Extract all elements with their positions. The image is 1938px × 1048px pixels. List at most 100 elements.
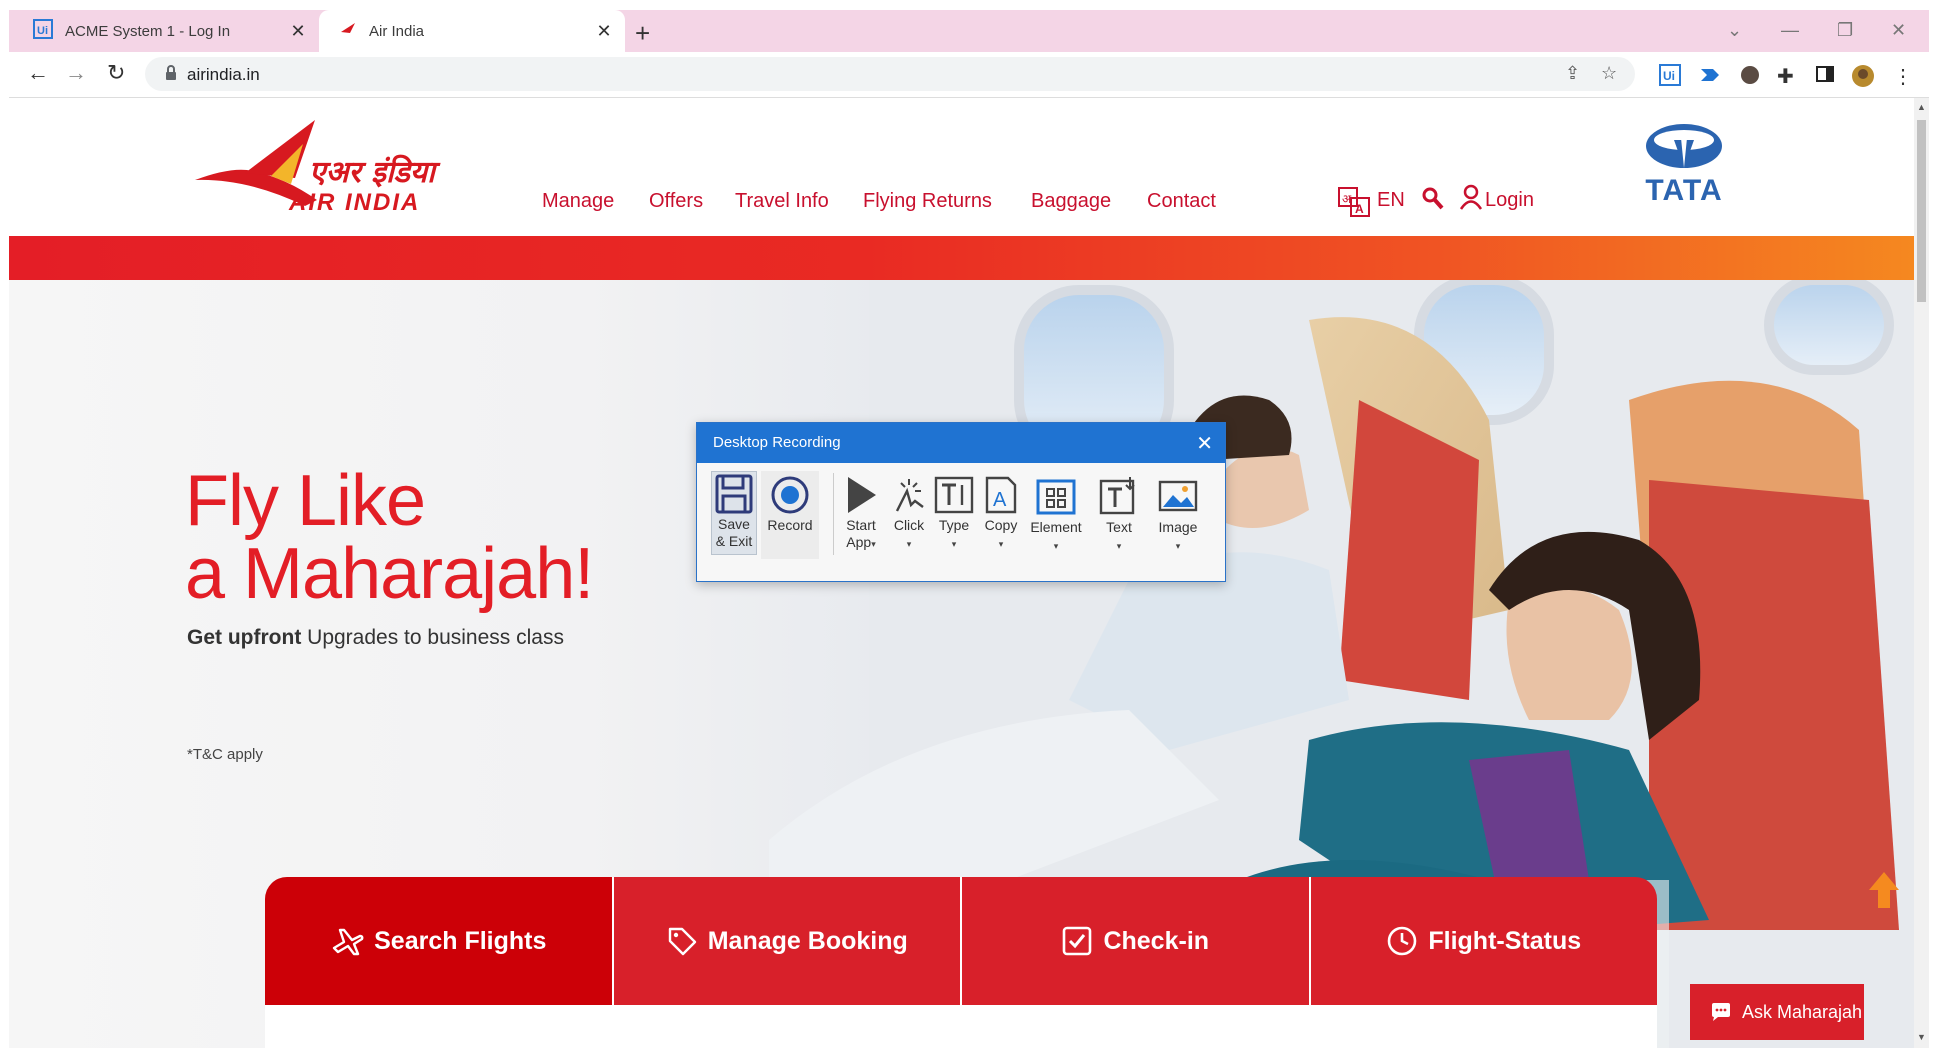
image-button[interactable]: Image ▾ <box>1153 475 1203 555</box>
side-panel-icon[interactable] <box>1815 64 1837 86</box>
click-label: Click <box>893 517 925 533</box>
uipath-icon: Ui <box>33 19 53 43</box>
uipath-extension-icon[interactable]: Ui <box>1659 64 1681 86</box>
tab-check-in[interactable]: Check-in <box>960 877 1309 1005</box>
toolbar-separator <box>833 473 834 555</box>
dropdown-caret-icon: ▾ <box>1175 541 1181 551</box>
save-label-2: & Exit <box>715 533 753 549</box>
play-icon <box>848 477 876 513</box>
tab-title: Air India <box>369 22 425 40</box>
minimize-button[interactable]: — <box>1781 20 1799 41</box>
extension-avatar-icon[interactable] <box>1739 64 1761 86</box>
air-india-icon <box>339 20 357 42</box>
dropdown-caret-icon: ▾ <box>951 539 957 549</box>
login-link[interactable]: Login <box>1485 189 1534 212</box>
floppy-disk-icon <box>715 474 753 514</box>
dropdown-caret-icon: ▾ <box>1053 541 1059 551</box>
tag-icon <box>668 927 696 956</box>
language-icon[interactable]: अA <box>1337 186 1371 223</box>
nav-contact[interactable]: Contact <box>1147 190 1216 213</box>
dropdown-caret-icon: ▾ <box>871 539 876 549</box>
record-label: Record <box>767 517 813 533</box>
air-india-logo[interactable]: एअर इंडिया AIR INDIA <box>187 118 507 218</box>
type-label: Type <box>938 517 970 533</box>
scroll-to-top-arrow-icon[interactable] <box>1867 870 1901 910</box>
tab-flight-status[interactable]: Flight-Status <box>1308 877 1657 1005</box>
record-icon <box>771 476 809 514</box>
type-button[interactable]: Type ▾ <box>933 475 975 553</box>
tab-label: Manage Booking <box>707 926 908 955</box>
site-header: एअर इंडिया AIR INDIA Manage Offers Trave… <box>9 98 1914 236</box>
page-scrollbar[interactable]: ▲ ▼ <box>1914 98 1929 1048</box>
image-icon <box>1158 480 1198 512</box>
reload-icon[interactable]: ↻ <box>107 60 125 86</box>
tab-search-icon[interactable]: ⌄ <box>1727 20 1742 41</box>
svg-text:AIR INDIA: AIR INDIA <box>288 189 420 216</box>
scroll-up-arrow-icon[interactable]: ▲ <box>1917 102 1926 112</box>
close-icon[interactable]: ✕ <box>289 22 307 40</box>
terms-note: *T&C apply <box>187 746 263 763</box>
scrollbar-thumb[interactable] <box>1917 120 1926 302</box>
svg-text:Ui: Ui <box>1663 69 1675 83</box>
save-exit-button[interactable]: Save & Exit <box>711 471 757 555</box>
share-icon[interactable]: ⇪ <box>1565 63 1580 84</box>
text-button[interactable]: Text ▾ <box>1097 475 1141 555</box>
tab-title: ACME System 1 - Log In <box>65 22 231 40</box>
new-tab-button[interactable]: + <box>635 18 650 49</box>
tab-air-india[interactable]: Air India ✕ <box>319 10 625 52</box>
nav-flying-returns[interactable]: Flying Returns <box>863 190 992 213</box>
close-icon[interactable]: ✕ <box>595 22 613 40</box>
back-icon[interactable]: ← <box>27 60 49 86</box>
click-button[interactable]: Click ▾ <box>889 475 929 553</box>
text-label: Text <box>1106 519 1132 535</box>
text-extract-icon <box>1099 477 1135 515</box>
extensions-puzzle-icon[interactable]: ✚ <box>1777 64 1799 88</box>
recording-title: Desktop Recording <box>697 423 1225 463</box>
nav-offers[interactable]: Offers <box>649 190 703 213</box>
dropdown-caret-icon: ▾ <box>906 539 912 549</box>
url-text: airindia.in <box>187 65 260 84</box>
user-icon[interactable] <box>1459 184 1483 215</box>
svg-text:एअर इंडिया: एअर इंडिया <box>309 154 441 190</box>
chat-bubble-icon <box>1712 1003 1730 1021</box>
start-app-button[interactable]: Start App▾ <box>839 475 883 553</box>
header-gradient-band <box>9 236 1914 280</box>
nav-travel-info[interactable]: Travel Info <box>735 190 829 213</box>
scroll-down-arrow-icon[interactable]: ▼ <box>1917 1032 1926 1042</box>
restore-button[interactable]: ❐ <box>1837 20 1853 41</box>
copy-label: Copy <box>984 517 1018 533</box>
chat-label: Ask Maharajah <box>1742 1001 1863 1022</box>
tab-manage-booking[interactable]: Manage Booking <box>611 877 960 1005</box>
svg-text:A: A <box>1355 202 1364 216</box>
image-label: Image <box>1158 519 1198 535</box>
copy-button[interactable]: A Copy ▾ <box>981 475 1021 553</box>
booking-tabs: Search Flights Manage Booking Check-in F… <box>265 877 1657 1005</box>
hero-banner[interactable]: Fly Like a Maharajah! Get upfront Upgrad… <box>9 280 1914 1048</box>
record-button[interactable]: Record <box>761 471 819 559</box>
nav-manage[interactable]: Manage <box>542 190 614 213</box>
tata-logo[interactable]: TATA <box>1629 122 1739 218</box>
bookmark-star-icon[interactable]: ☆ <box>1601 63 1617 84</box>
ask-maharajah-chat-button[interactable]: Ask Maharajah <box>1690 984 1864 1040</box>
tab-label: Check-in <box>1103 926 1210 955</box>
booking-panel <box>265 1005 1657 1048</box>
hero-heading-line2: a Maharajah! <box>185 534 594 614</box>
lock-icon <box>165 65 177 86</box>
url-field[interactable]: airindia.in ⇪ ☆ <box>145 57 1635 91</box>
window-close-button[interactable]: ✕ <box>1891 20 1906 41</box>
close-icon[interactable]: ✕ <box>1196 431 1213 456</box>
forward-icon[interactable]: → <box>65 60 87 86</box>
tab-acme[interactable]: Ui ACME System 1 - Log In ✕ <box>9 10 319 52</box>
browser-menu-icon[interactable]: ⋮ <box>1893 64 1915 88</box>
nav-baggage[interactable]: Baggage <box>1031 190 1111 213</box>
element-grid-icon <box>1036 479 1076 515</box>
tab-label: Flight-Status <box>1428 926 1582 955</box>
tab-strip: Ui ACME System 1 - Log In ✕ Air India ✕ … <box>9 10 1929 52</box>
search-icon[interactable] <box>1421 186 1445 217</box>
profile-avatar[interactable] <box>1851 64 1874 87</box>
power-automate-extension-icon[interactable] <box>1699 64 1721 86</box>
tab-search-flights[interactable]: Search Flights <box>265 877 612 1005</box>
desktop-recording-window: Desktop Recording ✕ Save & Exit Record S… <box>696 422 1226 582</box>
language-label[interactable]: EN <box>1377 189 1405 212</box>
element-button[interactable]: Element ▾ <box>1027 475 1085 555</box>
